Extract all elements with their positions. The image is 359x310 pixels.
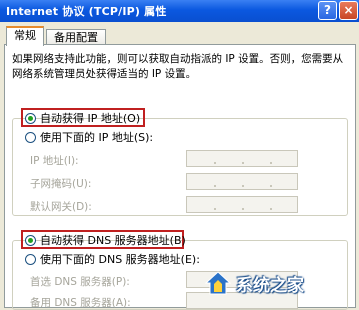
house-logo-icon: [205, 271, 231, 295]
tab-alternate-config-label: 备用配置: [54, 31, 98, 44]
auto-dns-label: 自动获得 DNS 服务器地址(B): [40, 234, 186, 247]
manual-dns-label: 使用下面的 DNS 服务器地址(E):: [40, 253, 200, 266]
manual-ip-radio[interactable]: [25, 131, 36, 143]
manual-dns-radio[interactable]: [25, 253, 36, 265]
preferred-dns-label: 首选 DNS 服务器(P):: [30, 276, 130, 288]
subnet-mask-label: 子网掩码(U):: [30, 178, 92, 190]
manual-ip-option[interactable]: 使用下面的 IP 地址(S):: [25, 129, 153, 145]
auto-ip-radio[interactable]: [25, 112, 36, 124]
manual-ip-label: 使用下面的 IP 地址(S):: [40, 131, 154, 144]
close-button[interactable]: ×: [339, 1, 358, 20]
auto-dns-option[interactable]: 自动获得 DNS 服务器地址(B): [25, 232, 186, 248]
tab-alternate-config[interactable]: 备用配置: [46, 29, 106, 45]
alternate-dns-label: 备用 DNS 服务器(A):: [30, 297, 131, 309]
ip-address-label: IP 地址(I):: [30, 155, 79, 167]
window-title: Internet 协议 (TCP/IP) 属性: [6, 5, 167, 18]
description-text: 如果网络支持此功能，则可以获取自动指派的 IP 设置。否则，您需要从网络系统管理…: [12, 53, 344, 80]
subnet-mask-field[interactable]: [186, 173, 298, 190]
auto-dns-radio[interactable]: [25, 234, 36, 246]
auto-ip-option[interactable]: 自动获得 IP 地址(O): [25, 110, 140, 126]
watermark: 系统之家: [205, 266, 355, 300]
tab-general-label: 常规: [14, 29, 36, 42]
default-gateway-field[interactable]: [186, 196, 298, 213]
help-button[interactable]: ?: [318, 1, 337, 20]
watermark-text: 系统之家: [236, 275, 304, 296]
tab-general[interactable]: 常规: [6, 26, 44, 46]
ip-address-field[interactable]: [186, 150, 298, 167]
auto-ip-label: 自动获得 IP 地址(O): [40, 112, 141, 125]
default-gateway-label: 默认网关(D):: [30, 201, 92, 213]
window-titlebar: Internet 协议 (TCP/IP) 属性: [0, 0, 359, 22]
manual-dns-option[interactable]: 使用下面的 DNS 服务器地址(E):: [25, 251, 200, 267]
